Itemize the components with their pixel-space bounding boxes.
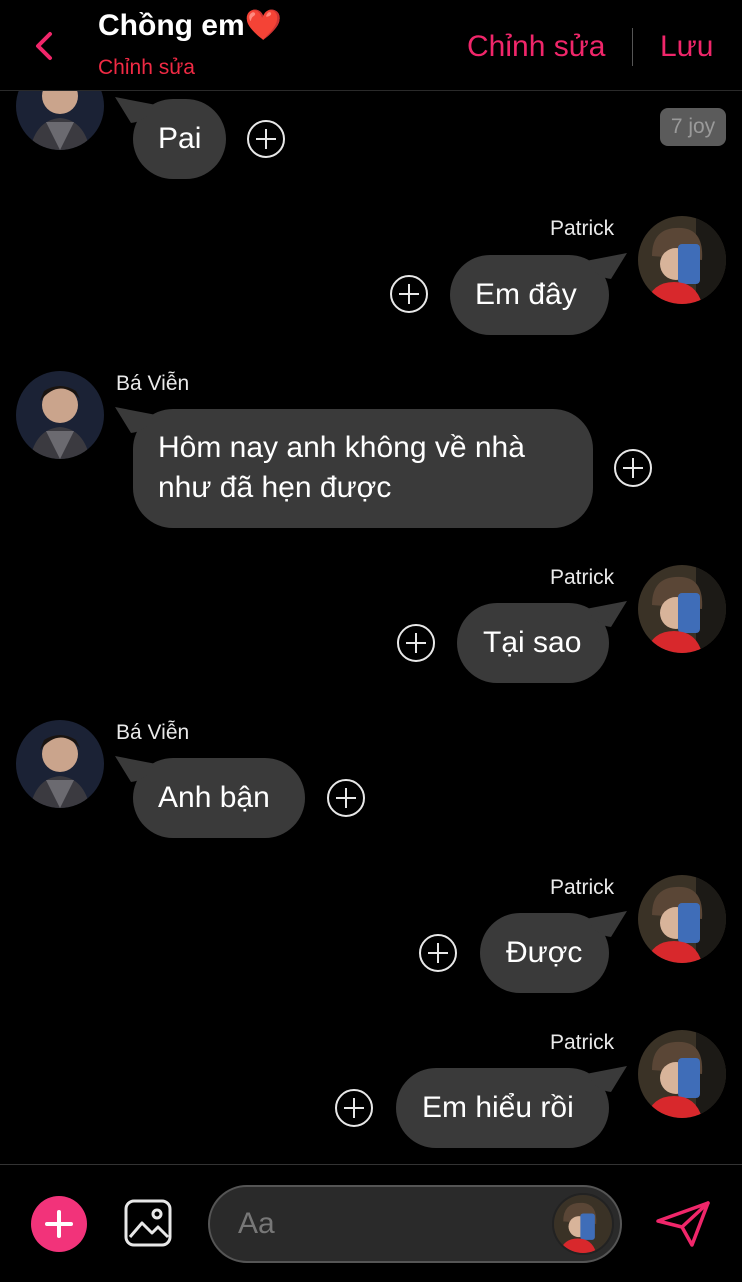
header-divider: [632, 28, 633, 66]
message-bubble-1[interactable]: Em đây: [450, 255, 609, 335]
sender-name: Bá Viễn: [116, 721, 190, 744]
avatar-ba-vien[interactable]: [16, 720, 104, 808]
sender-name: Patrick: [550, 217, 615, 240]
avatar-patrick[interactable]: [638, 216, 726, 304]
message-text: Được: [506, 936, 583, 969]
sender-name: Patrick: [550, 876, 615, 899]
avatar-patrick[interactable]: [638, 565, 726, 653]
sender-name: Bá Viễn: [116, 372, 190, 395]
message-bubble-2[interactable]: Hôm nay anh không về nhà như đã hẹn được: [133, 409, 593, 528]
sender-name: Patrick: [550, 566, 615, 589]
composer-bar: Aa: [0, 1164, 742, 1282]
timestamp-badge: 7 joy: [660, 108, 726, 146]
chat-title-text: Chồng em: [98, 9, 245, 42]
message-bubble-0[interactable]: Pai: [133, 99, 226, 179]
react-add-icon[interactable]: [335, 1089, 373, 1127]
chat-title: Chồng em❤️: [98, 8, 282, 43]
message-input-placeholder: Aa: [238, 1207, 275, 1240]
react-add-icon[interactable]: [614, 449, 652, 487]
message-text: Tại sao: [483, 626, 582, 659]
add-icon[interactable]: [31, 1196, 87, 1252]
react-add-icon[interactable]: [397, 624, 435, 662]
heart-emoji-icon: ❤️: [244, 9, 283, 42]
message-text-line: như đã hẹn được: [158, 471, 392, 504]
avatar-ba-vien[interactable]: [16, 371, 104, 459]
sender-name: Patrick: [550, 1031, 615, 1054]
chat-header: Chồng em❤️ Chỉnh sửa Chỉnh sửa Lưu: [0, 0, 742, 91]
send-icon[interactable]: [654, 1199, 712, 1249]
avatar-patrick[interactable]: [638, 1030, 726, 1118]
react-add-icon[interactable]: [247, 120, 285, 158]
save-button[interactable]: Lưu: [660, 30, 713, 64]
react-add-icon[interactable]: [390, 275, 428, 313]
avatar-patrick[interactable]: [638, 875, 726, 963]
message-input[interactable]: Aa: [208, 1185, 622, 1263]
message-text: Anh bận: [158, 781, 270, 814]
chat-subtitle[interactable]: Chỉnh sửa: [98, 56, 195, 80]
message-text-line: Hôm nay anh không về nhà: [158, 431, 525, 464]
react-add-icon[interactable]: [419, 934, 457, 972]
message-text: Em hiểu rồi: [422, 1091, 574, 1124]
message-bubble-4[interactable]: Anh bận: [133, 758, 305, 838]
back-chevron-icon[interactable]: [30, 28, 60, 64]
message-bubble-3[interactable]: Tại sao: [457, 603, 609, 683]
message-bubble-6[interactable]: Em hiểu rồi: [396, 1068, 609, 1148]
avatar-patrick-mini[interactable]: [552, 1193, 614, 1255]
message-text: Em đây: [475, 278, 577, 311]
edit-button[interactable]: Chỉnh sửa: [467, 30, 606, 64]
image-icon[interactable]: [124, 1199, 172, 1247]
react-add-icon[interactable]: [327, 779, 365, 817]
message-text: Pai: [158, 122, 202, 155]
message-bubble-5[interactable]: Được: [480, 913, 609, 993]
